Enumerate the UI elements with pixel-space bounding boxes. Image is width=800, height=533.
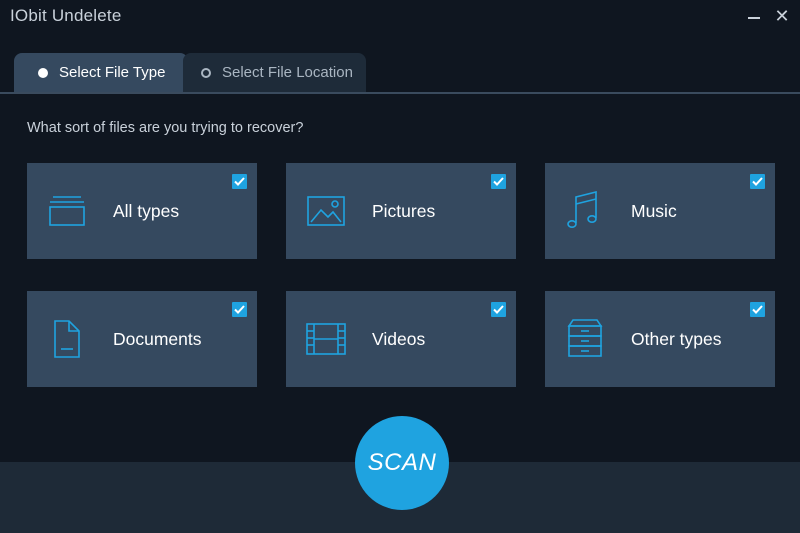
tab-select-file-location[interactable]: Select File Location [183, 53, 366, 93]
tab-label: Select File Type [59, 64, 166, 81]
checkbox-checked[interactable] [491, 302, 506, 317]
music-note-icon [565, 190, 605, 231]
main-panel [0, 94, 800, 462]
checkbox-checked[interactable] [491, 174, 506, 189]
file-type-card-videos[interactable]: Videos [286, 291, 516, 387]
close-button[interactable]: ✕ [770, 4, 794, 28]
page-prompt: What sort of files are you trying to rec… [27, 120, 304, 136]
document-icon [47, 319, 87, 359]
film-icon [306, 319, 346, 359]
card-label: All types [113, 201, 180, 221]
tab-label: Select File Location [222, 64, 353, 81]
tab-select-file-type[interactable]: Select File Type [14, 53, 188, 93]
file-type-card-music[interactable]: Music [545, 163, 775, 259]
cabinet-icon [565, 319, 605, 359]
card-label: Documents [113, 329, 202, 349]
minimize-button[interactable] [742, 4, 766, 28]
checkbox-checked[interactable] [232, 302, 247, 317]
inactive-dot-icon [201, 68, 211, 78]
checkbox-checked[interactable] [750, 174, 765, 189]
file-type-card-pictures[interactable]: Pictures [286, 163, 516, 259]
file-type-card-documents[interactable]: Documents [27, 291, 257, 387]
active-dot-icon [38, 68, 48, 78]
title-bar: IObit Undelete ✕ [0, 0, 800, 38]
picture-icon [306, 191, 346, 231]
card-label: Videos [372, 329, 426, 349]
stack-icon [47, 191, 87, 231]
card-label: Music [631, 201, 677, 221]
app-title: IObit Undelete [10, 6, 122, 25]
card-label: Other types [631, 329, 722, 349]
file-type-card-other-types[interactable]: Other types [545, 291, 775, 387]
checkbox-checked[interactable] [232, 174, 247, 189]
card-label: Pictures [372, 201, 436, 221]
file-type-card-all-types[interactable]: All types [27, 163, 257, 259]
scan-button[interactable]: SCAN [355, 416, 449, 510]
checkbox-checked[interactable] [750, 302, 765, 317]
